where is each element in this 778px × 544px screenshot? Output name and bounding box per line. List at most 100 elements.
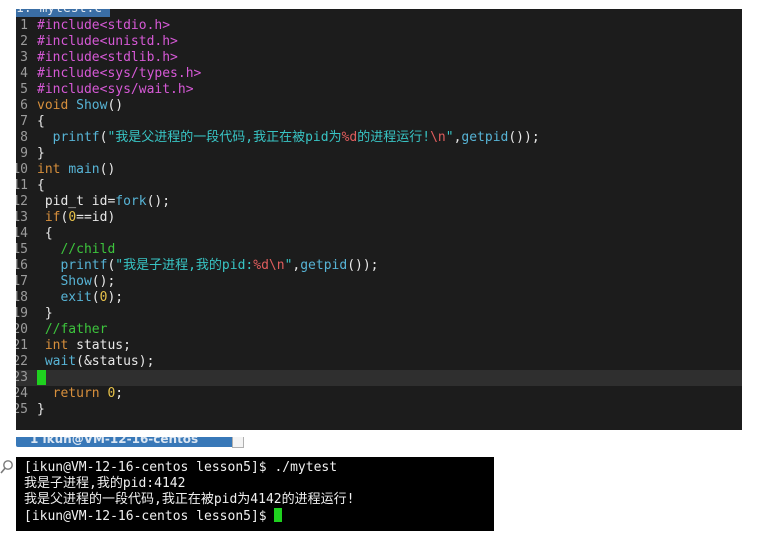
code-token: getpid xyxy=(461,130,509,145)
code-token: %d\n xyxy=(253,258,285,273)
code-token: { xyxy=(37,178,45,193)
line-number: 20 xyxy=(16,322,28,337)
line-number: 9 xyxy=(20,146,28,161)
line-text: { xyxy=(37,178,45,194)
line-text: int main() xyxy=(37,162,115,178)
code-token: int xyxy=(44,338,69,353)
code-token: //father xyxy=(44,322,108,337)
code-token: ==id) xyxy=(76,210,116,225)
terminal-tab-label: 1 ikun@VM-12-16-centos xyxy=(30,432,199,446)
code-token: "我是父进程的一段代码,我正在被pid为 xyxy=(107,130,342,145)
code-token: return xyxy=(52,386,108,401)
code-line[interactable]: 14 { xyxy=(16,226,742,242)
line-number: 14 xyxy=(16,226,28,241)
code-token: Show xyxy=(76,98,108,113)
code-line[interactable]: 8 printf("我是父进程的一段代码,我正在被pid为%d的进程运行!\n"… xyxy=(16,130,742,146)
code-token: main xyxy=(68,162,100,177)
line-number: 22 xyxy=(16,354,28,369)
line-text: //father xyxy=(37,322,108,338)
terminal-tab[interactable]: 1 ikun@VM-12-16-centos xyxy=(16,437,244,447)
line-text: #include<stdlib.h> xyxy=(37,50,178,66)
terminal-output[interactable]: [ikun@VM-12-16-centos lesson5]$ ./mytest… xyxy=(16,457,494,531)
line-number: 12 xyxy=(16,194,28,209)
code-token: ()); xyxy=(347,258,379,273)
code-line[interactable]: 18 exit(0); xyxy=(16,290,742,306)
line-text: if(0==id) xyxy=(37,210,115,226)
code-line[interactable]: 5 #include<sys/wait.h> xyxy=(16,82,742,98)
code-line[interactable]: 12 pid_t id=fork(); xyxy=(16,194,742,210)
terminal-line: [ikun@VM-12-16-centos lesson5]$ ./mytest xyxy=(24,460,337,476)
code-token: (&status); xyxy=(76,354,155,369)
code-line[interactable]: 23 xyxy=(16,370,742,386)
code-line[interactable]: 7{ xyxy=(16,114,742,130)
code-line[interactable]: 16 printf("我是子进程,我的pid:%d\n",getpid()); xyxy=(16,258,742,274)
search-icon[interactable] xyxy=(0,459,14,475)
code-token: "我是子进程,我的pid: xyxy=(115,258,254,273)
editor-cursor xyxy=(37,370,46,385)
code-line[interactable]: 15 //child xyxy=(16,242,742,258)
code-line[interactable]: 20 //father xyxy=(16,322,742,338)
terminal-tab-bar: 1 ikun@VM-12-16-centos xyxy=(0,437,494,456)
line-text: int status; xyxy=(37,338,131,354)
line-number: 8 xyxy=(20,130,28,145)
code-token: } xyxy=(37,402,45,417)
code-line[interactable]: 2 #include<unistd.h> xyxy=(16,34,742,50)
line-number: 15 xyxy=(16,242,28,257)
new-tab-icon[interactable] xyxy=(232,437,244,448)
line-number: 7 xyxy=(20,114,28,129)
line-text: exit(0); xyxy=(37,290,123,306)
line-number: 17 xyxy=(16,274,28,289)
code-line[interactable]: 3 #include<stdlib.h> xyxy=(16,50,742,66)
terminal-line: 我是子进程,我的pid:4142 xyxy=(24,476,185,492)
code-line[interactable]: 25} xyxy=(16,402,742,418)
code-token: } xyxy=(37,306,53,321)
code-line[interactable]: 1 #include<stdio.h> xyxy=(16,18,742,34)
code-editor[interactable]: 1: mytest.c 1 #include<stdio.h> 2 #include<… xyxy=(16,9,742,430)
code-token: ( xyxy=(91,290,100,305)
line-number: 6 xyxy=(20,98,28,113)
code-line[interactable]: 24 return 0; xyxy=(16,386,742,402)
line-number: 23 xyxy=(16,370,28,385)
code-line[interactable]: 13 if(0==id) xyxy=(16,210,742,226)
code-token: } xyxy=(37,146,45,161)
line-number: 10 xyxy=(16,162,28,177)
code-token: Show xyxy=(60,274,92,289)
line-text: } xyxy=(37,306,53,322)
code-line[interactable]: 9} xyxy=(16,146,742,162)
code-line[interactable]: 11 { xyxy=(16,178,742,194)
code-line[interactable]: 19 } xyxy=(16,306,742,322)
code-token: void xyxy=(37,98,77,113)
code-token: ()); xyxy=(508,130,540,145)
code-token: (); xyxy=(91,274,116,289)
line-number: 24 xyxy=(16,386,28,401)
line-text: #include<unistd.h> xyxy=(37,34,178,50)
code-line[interactable]: 17 Show(); xyxy=(16,274,742,290)
code-line[interactable]: 6 void Show() xyxy=(16,98,742,114)
terminal-line-text: [ikun@VM-12-16-centos lesson5]$ ./mytest xyxy=(24,460,338,475)
terminal-cursor xyxy=(274,508,283,522)
code-token: int xyxy=(37,162,69,177)
line-text: { xyxy=(37,114,45,130)
line-text: pid_t id=fork(); xyxy=(37,194,170,210)
code-line[interactable]: 21 int status; xyxy=(16,338,742,354)
line-text: wait(&status); xyxy=(37,354,155,370)
line-text xyxy=(37,370,46,386)
code-line[interactable]: 22 wait(&status); xyxy=(16,354,742,370)
line-number: 13 xyxy=(16,210,28,225)
line-number: 21 xyxy=(16,338,28,353)
line-number: 19 xyxy=(16,306,28,321)
code-token: #include<stdlib.h> xyxy=(37,50,178,65)
line-text: return 0; xyxy=(37,386,123,402)
line-text: void Show() xyxy=(37,98,123,114)
code-token: ; xyxy=(115,386,124,401)
code-line[interactable]: 10 int main() xyxy=(16,162,742,178)
code-token: #include<sys/wait.h> xyxy=(37,82,194,97)
editor-tab-title[interactable]: 1: mytest.c xyxy=(16,9,111,17)
code-area[interactable]: 1 #include<stdio.h> 2 #include<unistd.h> 3 #i… xyxy=(16,18,742,418)
code-line[interactable]: 4 #include<sys/types.h> xyxy=(16,66,742,82)
code-token: //child xyxy=(60,242,116,257)
